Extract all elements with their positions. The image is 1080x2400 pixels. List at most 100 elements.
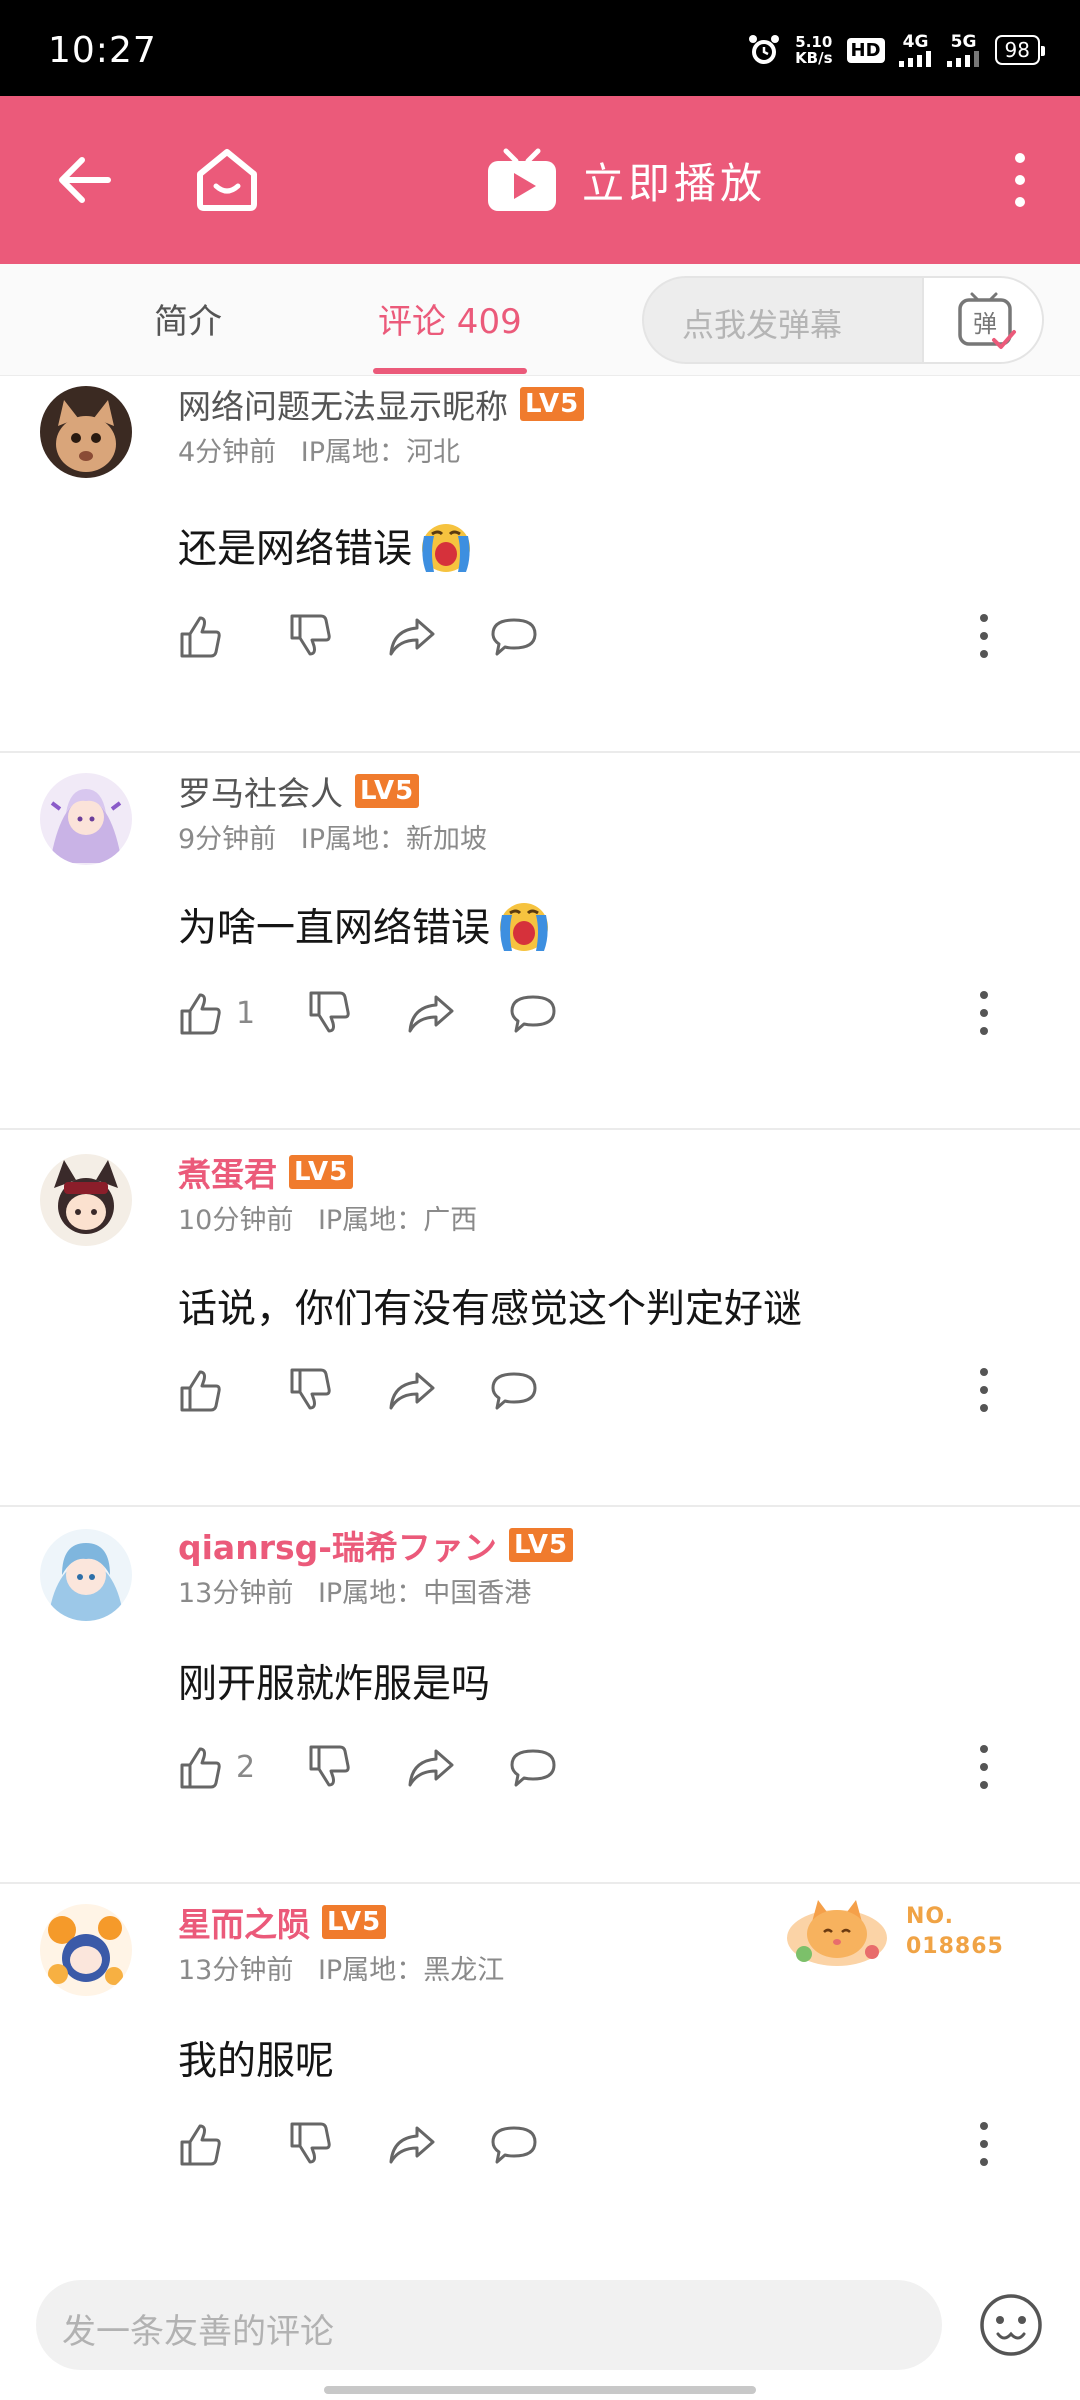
chibi-avatar-image — [40, 1154, 132, 1246]
emoji-face-icon[interactable] — [978, 2292, 1044, 2358]
username-text: qianrsg-瑞希ファン — [178, 1528, 497, 1567]
alarm-icon — [749, 35, 780, 64]
avatar[interactable] — [40, 1904, 132, 1996]
avatar[interactable] — [40, 386, 132, 478]
cat-avatar-image — [40, 386, 132, 478]
net-speed-value: 5.10 — [795, 33, 833, 51]
username-text: 煮蛋君 — [178, 1155, 277, 1194]
reply-button[interactable] — [486, 608, 542, 664]
comment-text-body: 我的服呢 — [178, 2039, 335, 2084]
svg-text:弹: 弹 — [973, 310, 997, 338]
video-header: 立即播放 — [0, 96, 1080, 264]
reply-icon — [510, 995, 556, 1033]
comment-time: 13分钟前 — [178, 1955, 294, 1986]
dislike-icon — [290, 1368, 331, 1410]
level-badge: LV5 — [289, 1155, 354, 1189]
status-time: 10:27 — [48, 30, 157, 71]
dislike-button[interactable] — [282, 2116, 338, 2172]
comment-time: 9分钟前 — [178, 824, 277, 855]
like-icon — [180, 1370, 221, 1412]
comment-ip: IP属地：广西 — [317, 1205, 478, 1236]
share-button[interactable] — [403, 985, 459, 1041]
status-icons: 5.10 KB/s HD 4G 5G 98 — [747, 28, 1046, 72]
username[interactable]: 煮蛋君 LV5 — [178, 1148, 354, 1196]
play-now-button[interactable]: 立即播放 — [486, 144, 766, 216]
more-vertical-icon[interactable] — [1000, 148, 1040, 212]
like-icon — [180, 993, 221, 1035]
reply-button[interactable] — [486, 2116, 542, 2172]
active-tab-indicator — [373, 368, 527, 374]
home-tv-icon[interactable] — [192, 144, 262, 214]
orange-fruit-avatar-image — [40, 1904, 132, 1996]
tab-intro[interactable]: 简介 — [154, 294, 222, 343]
dislike-icon — [309, 1745, 350, 1787]
share-button[interactable] — [384, 1362, 440, 1418]
back-arrow-icon[interactable] — [52, 148, 116, 212]
dislike-button[interactable] — [282, 1362, 338, 1418]
comment-ip: IP属地：新加坡 — [300, 824, 488, 855]
username[interactable]: 罗马社会人 LV5 — [178, 767, 420, 815]
comment-more-icon[interactable] — [968, 1364, 1000, 1416]
like-button[interactable] — [172, 2116, 228, 2172]
fan-medal[interactable]: NO. 018865 — [782, 1892, 1004, 1972]
comment-actions — [172, 2116, 542, 2172]
share-button[interactable] — [384, 608, 440, 664]
hd-badge: HD — [846, 37, 885, 63]
like-button[interactable] — [172, 1362, 228, 1418]
home-indicator[interactable] — [324, 2386, 756, 2394]
danmaku-input[interactable]: 点我发弹幕 弹 — [642, 276, 1044, 364]
signal-bars-icon — [898, 51, 931, 67]
reply-button[interactable] — [486, 1362, 542, 1418]
like-icon — [180, 1747, 221, 1789]
comment-meta: 13分钟前 IP属地：黑龙江 — [178, 1948, 504, 1987]
danmaku-toggle-button[interactable]: 弹 — [922, 278, 1042, 362]
comment-actions: 1 — [172, 985, 561, 1041]
username-text: 罗马社会人 — [178, 774, 343, 813]
reply-icon — [510, 1749, 556, 1787]
share-button[interactable] — [384, 2116, 440, 2172]
sim2-label: 5G — [950, 32, 977, 52]
comment-more-icon[interactable] — [968, 610, 1000, 662]
like-button[interactable] — [172, 985, 228, 1041]
comment-text-body: 刚开服就炸服是吗 — [178, 1662, 491, 1707]
battery-indicator: 98 — [994, 35, 1046, 65]
reply-button[interactable] — [505, 985, 561, 1041]
medal-no-label: NO. — [906, 1904, 954, 1929]
play-now-label: 立即播放 — [582, 158, 767, 208]
comment-text: 还是网络错误 — [178, 516, 476, 576]
username[interactable]: qianrsg-瑞希ファン LV5 — [178, 1521, 574, 1569]
comment-meta: 9分钟前 IP属地：新加坡 — [178, 817, 487, 856]
dislike-button[interactable] — [301, 1739, 357, 1795]
share-icon — [389, 618, 435, 656]
comment-more-icon[interactable] — [968, 987, 1000, 1039]
like-count: 1 — [236, 995, 256, 1031]
comment-more-icon[interactable] — [968, 2118, 1000, 2170]
comment-more-icon[interactable] — [968, 1741, 1000, 1793]
username[interactable]: 星而之陨 LV5 — [178, 1898, 387, 1946]
like-button[interactable] — [172, 608, 228, 664]
avatar[interactable] — [40, 773, 132, 865]
dislike-button[interactable] — [301, 985, 357, 1041]
reply-icon — [491, 2126, 537, 2164]
avatar[interactable] — [40, 1529, 132, 1621]
like-button[interactable] — [172, 1739, 228, 1795]
share-button[interactable] — [403, 1739, 459, 1795]
like-icon — [180, 616, 221, 658]
tab-comments[interactable]: 评论 409 — [378, 294, 522, 343]
comment-input[interactable]: 发一条友善的评论 — [36, 2280, 942, 2370]
sim1-signal: 4G — [898, 33, 933, 67]
username-text: 星而之陨 — [178, 1905, 310, 1944]
like-icon — [180, 2124, 221, 2166]
crying-emoji-icon — [500, 903, 549, 951]
dislike-button[interactable] — [282, 608, 338, 664]
avatar[interactable] — [40, 1154, 132, 1246]
username[interactable]: 网络问题无法显示昵称 LV5 — [178, 380, 585, 428]
status-bar: 10:27 5.10 KB/s HD 4G 5G 98 — [0, 0, 1080, 96]
comment-text-body: 话说，你们有没有感觉这个判定好谜 — [178, 1287, 803, 1332]
comment-input-placeholder: 发一条友善的评论 — [62, 2312, 334, 2352]
comment-item: 星而之陨 LV5 13分钟前 IP属地：黑龙江 NO. 018865 我的服呢 — [0, 1884, 1080, 2261]
reply-button[interactable] — [505, 1739, 561, 1795]
comment-meta: 4分钟前 IP属地：河北 — [178, 430, 460, 469]
comment-item: 煮蛋君 LV5 10分钟前 IP属地：广西 话说，你们有没有感觉这个判定好谜 — [0, 1130, 1080, 1507]
comment-text: 话说，你们有没有感觉这个判定好谜 — [178, 1278, 802, 1334]
